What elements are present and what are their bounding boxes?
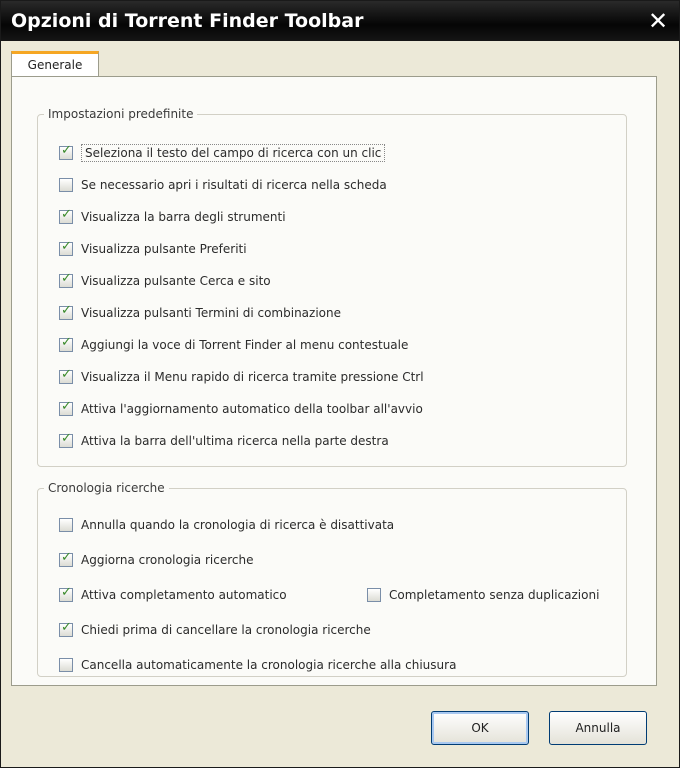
checkbox[interactable]	[59, 518, 73, 532]
title-bar[interactable]: Opzioni di Torrent Finder Toolbar ✕	[1, 1, 679, 41]
checkbox-row[interactable]: Annulla quando la cronologia di ricerca …	[59, 513, 394, 537]
checkbox-row[interactable]: Attiva la barra dell'ultima ricerca nell…	[59, 429, 389, 453]
checkbox-row[interactable]: Aggiorna cronologia ricerche	[59, 548, 253, 572]
cancel-button[interactable]: Annulla	[549, 711, 647, 745]
checkbox-row[interactable]: Seleziona il testo del campo di ricerca …	[59, 141, 386, 165]
tab-general[interactable]: Generale	[11, 51, 99, 77]
checkbox-row[interactable]: Cancella automaticamente la cronologia r…	[59, 653, 456, 677]
checkbox-row[interactable]: Attiva l'aggiornamento automatico della …	[59, 397, 423, 421]
checkbox[interactable]	[59, 399, 73, 416]
search-history-group: Cronologia ricerche	[37, 481, 627, 677]
checkbox-row[interactable]: Attiva completamento automatico	[59, 583, 287, 607]
checkbox[interactable]	[59, 143, 73, 160]
checkbox[interactable]	[59, 207, 73, 224]
checkbox-row[interactable]: Visualizza pulsante Cerca e sito	[59, 269, 271, 293]
checkbox[interactable]	[367, 588, 381, 602]
checkbox-label: Cancella automaticamente la cronologia r…	[81, 658, 457, 672]
checkbox-label: Visualizza pulsante Preferiti	[81, 242, 247, 256]
checkbox[interactable]	[59, 550, 73, 567]
checkbox-label: Visualizza pulsanti Termini di combinazi…	[81, 306, 341, 320]
checkbox-row[interactable]: Visualizza pulsante Preferiti	[59, 237, 247, 261]
checkbox-row[interactable]: Aggiungi la voce di Torrent Finder al me…	[59, 333, 408, 357]
checkbox-label: Visualizza il Menu rapido di ricerca tra…	[81, 370, 424, 384]
checkbox-label: Chiedi prima di cancellare la cronologia…	[81, 623, 371, 637]
checkbox-label: Attiva l'aggiornamento automatico della …	[81, 402, 423, 416]
checkbox-label: Annulla quando la cronologia di ricerca …	[81, 518, 395, 532]
checkbox[interactable]	[59, 431, 73, 448]
checkbox-label: Attiva la barra dell'ultima ricerca nell…	[81, 434, 389, 448]
checkbox[interactable]	[59, 303, 73, 320]
options-dialog: Opzioni di Torrent Finder Toolbar ✕ Gene…	[0, 0, 680, 768]
checkbox-label: Aggiorna cronologia ricerche	[81, 553, 254, 567]
checkbox-label: Se necessario apri i risultati di ricerc…	[81, 178, 387, 192]
checkbox-row[interactable]: Visualizza il Menu rapido di ricerca tra…	[59, 365, 424, 389]
checkbox[interactable]	[59, 239, 73, 256]
checkbox[interactable]	[59, 658, 73, 672]
ok-button[interactable]: OK	[431, 711, 529, 745]
default-settings-legend: Impostazioni predefinite	[48, 107, 194, 121]
checkbox[interactable]	[59, 620, 73, 637]
checkbox[interactable]	[59, 367, 73, 384]
window-title: Opzioni di Torrent Finder Toolbar	[11, 10, 364, 32]
checkbox-row[interactable]: Visualizza pulsanti Termini di combinazi…	[59, 301, 341, 325]
checkbox-label: Visualizza pulsante Cerca e sito	[81, 274, 271, 288]
checkbox-label: Completamento senza duplicazioni	[389, 588, 600, 602]
checkbox[interactable]	[59, 271, 73, 288]
checkbox-row[interactable]: Se necessario apri i risultati di ricerc…	[59, 173, 387, 197]
checkbox-label: Aggiungi la voce di Torrent Finder al me…	[81, 338, 409, 352]
close-icon[interactable]: ✕	[645, 8, 671, 34]
dialog-body: Generale Impostazioni predefinite Selezi…	[1, 41, 679, 767]
checkbox-label: Visualizza la barra degli strumenti	[81, 210, 286, 224]
checkbox-row[interactable]: Chiedi prima di cancellare la cronologia…	[59, 618, 371, 642]
search-history-legend: Cronologia ricerche	[48, 481, 165, 495]
checkbox[interactable]	[59, 335, 73, 352]
checkbox-row[interactable]: Visualizza la barra degli strumenti	[59, 205, 286, 229]
checkbox-label: Seleziona il testo del campo di ricerca …	[81, 144, 386, 162]
checkbox[interactable]	[59, 178, 73, 192]
checkbox-row-no-duplicates[interactable]: Completamento senza duplicazioni	[367, 583, 599, 607]
checkbox-label: Attiva completamento automatico	[81, 588, 287, 602]
checkbox[interactable]	[59, 585, 73, 602]
